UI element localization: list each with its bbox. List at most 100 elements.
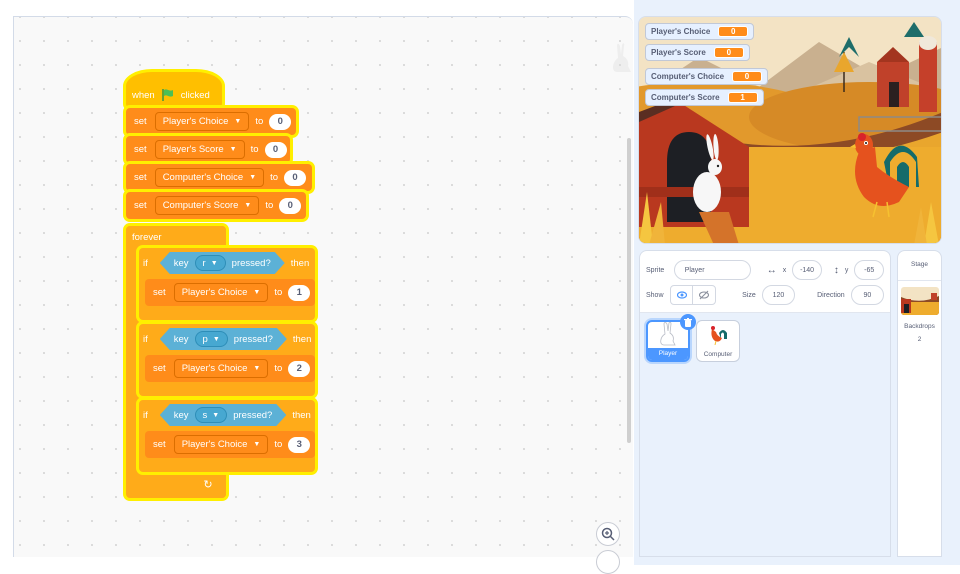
key-pressed-block[interactable]: key r ▼ pressed? — [160, 252, 285, 274]
set-block[interactable]: set Player's Choice ▼ to 0 — [126, 108, 296, 135]
visibility-toggle — [670, 285, 717, 305]
y-arrows-icon: ↕ — [833, 264, 839, 276]
variable-dropdown[interactable]: Computer's Choice ▼ — [154, 168, 265, 187]
code-area-scrollbar[interactable] — [627, 138, 631, 443]
monitor-value: 0 — [713, 47, 744, 58]
x-input[interactable]: -140 — [792, 260, 822, 280]
variable-monitor[interactable]: Computer's Choice 0 — [645, 68, 769, 85]
value-input[interactable]: 0 — [264, 141, 287, 158]
sprite-tile-computer[interactable]: Computer — [696, 320, 740, 362]
sprite-name: Computer — [703, 351, 733, 358]
value-input[interactable]: 1 — [288, 284, 311, 301]
key-dropdown[interactable]: s ▼ — [195, 407, 228, 423]
backdrop-thumbnail — [900, 287, 939, 315]
dropdown-arrow-icon: ▼ — [244, 202, 252, 209]
sprite-name-input[interactable]: Player — [673, 260, 751, 280]
trash-icon — [684, 317, 692, 327]
forever-label: forever — [132, 231, 162, 243]
to-label: to — [255, 116, 264, 127]
key-dropdown[interactable]: p ▼ — [195, 331, 228, 347]
sprite-info-panel: Sprite Player ↔ x -140 ↕ y -65 Show Size… — [640, 251, 890, 313]
set-label: set — [134, 172, 147, 183]
when-flag-clicked-block[interactable]: when clicked — [126, 72, 222, 108]
monitor-value: 0 — [718, 26, 749, 37]
key-dropdown[interactable]: r ▼ — [195, 255, 226, 271]
set-block[interactable]: set Player's Choice ▼ to 3 — [145, 431, 315, 458]
set-block[interactable]: set Player's Score ▼ to 0 — [126, 136, 290, 163]
value-input[interactable]: 2 — [288, 360, 311, 377]
set-block[interactable]: set Player's Choice ▼ to 1 — [145, 279, 315, 306]
monitor-label: Computer's Choice — [651, 72, 725, 81]
key-value: r — [202, 257, 206, 269]
y-input[interactable]: -65 — [854, 260, 884, 280]
set-label: set — [153, 363, 166, 374]
key-pressed-block[interactable]: key p ▼ pressed? — [160, 328, 287, 350]
loop-arrow-icon: ↻ — [203, 478, 213, 491]
monitor-label: Player's Score — [651, 48, 706, 57]
variable-monitor[interactable]: Player's Score 0 — [645, 44, 750, 61]
if-header: if key s ▼ pressed? then — [139, 404, 317, 426]
eye-hidden-icon — [699, 290, 710, 300]
dropdown-arrow-icon: ▼ — [249, 174, 257, 181]
set-block[interactable]: set Computer's Score ▼ to 0 — [126, 192, 306, 219]
zoom-out-button[interactable] — [596, 550, 620, 574]
to-label: to — [265, 200, 274, 211]
sprite-pane: Sprite Player ↔ x -140 ↕ y -65 Show Size… — [639, 250, 891, 557]
value-input[interactable]: 3 — [288, 436, 311, 453]
if-header: if key p ▼ pressed? then — [139, 328, 317, 350]
set-block[interactable]: set Computer's Choice ▼ to 0 — [126, 164, 312, 191]
when-label: when — [132, 89, 155, 101]
variable-monitor[interactable]: Computer's Score 1 — [645, 89, 764, 106]
eye-icon — [676, 291, 687, 299]
variable-dropdown[interactable]: Player's Choice ▼ — [173, 283, 269, 302]
key-pressed-block[interactable]: key s ▼ pressed? — [160, 404, 287, 426]
value-input[interactable]: 0 — [269, 113, 292, 130]
sprite-label: Sprite — [646, 266, 665, 274]
monitor-label: Player's Choice — [651, 27, 711, 36]
forever-footer: ↻ — [190, 470, 226, 498]
stage-canvas[interactable]: Player's Choice 0 Player's Score 0 Compu… — [638, 16, 942, 244]
if-label: if — [143, 257, 148, 269]
value-input[interactable]: 0 — [284, 169, 307, 186]
direction-input[interactable]: 90 — [850, 285, 884, 305]
hide-sprite-button[interactable] — [693, 286, 715, 304]
variable-name: Player's Choice — [181, 287, 248, 298]
key-value: s — [202, 409, 208, 421]
variable-dropdown[interactable]: Player's Choice ▼ — [173, 359, 269, 378]
set-block[interactable]: set Player's Choice ▼ to 2 — [145, 355, 315, 382]
delete-sprite-button[interactable] — [680, 314, 696, 330]
code-area[interactable] — [13, 16, 633, 557]
monitor-value: 0 — [732, 71, 763, 82]
key-value: p — [202, 333, 208, 345]
variable-dropdown[interactable]: Computer's Score ▼ — [154, 196, 260, 215]
set-label: set — [134, 200, 147, 211]
clicked-label: clicked — [180, 89, 210, 101]
dropdown-arrow-icon: ▼ — [212, 411, 220, 419]
then-label: then — [292, 409, 311, 421]
to-label: to — [250, 144, 259, 155]
zoom-in-button[interactable] — [596, 522, 620, 546]
dropdown-arrow-icon: ▼ — [253, 365, 261, 372]
variable-dropdown[interactable]: Player's Choice ▼ — [154, 112, 250, 131]
x-label: x — [782, 266, 787, 274]
to-label: to — [274, 439, 283, 450]
to-label: to — [274, 287, 283, 298]
variable-name: Player's Choice — [181, 439, 248, 450]
to-label: to — [274, 363, 283, 374]
dropdown-arrow-icon: ▼ — [253, 289, 261, 296]
variable-monitor[interactable]: Player's Choice 0 — [645, 23, 755, 40]
backdrops-count: 2 — [917, 336, 922, 343]
size-input[interactable]: 120 — [761, 285, 796, 305]
set-label: set — [153, 439, 166, 450]
variable-name: Computer's Choice — [162, 172, 244, 183]
variable-dropdown[interactable]: Player's Score ▼ — [154, 140, 245, 159]
set-label: set — [134, 144, 147, 155]
stage-selector[interactable]: Stage Backdrops 2 — [897, 250, 942, 557]
pressed-label: pressed? — [233, 409, 273, 421]
variable-dropdown[interactable]: Player's Choice ▼ — [173, 435, 269, 454]
pressed-label: pressed? — [233, 333, 273, 345]
value-input[interactable]: 0 — [279, 197, 302, 214]
to-label: to — [270, 172, 279, 183]
then-label: then — [290, 257, 310, 269]
show-sprite-button[interactable] — [671, 286, 694, 304]
